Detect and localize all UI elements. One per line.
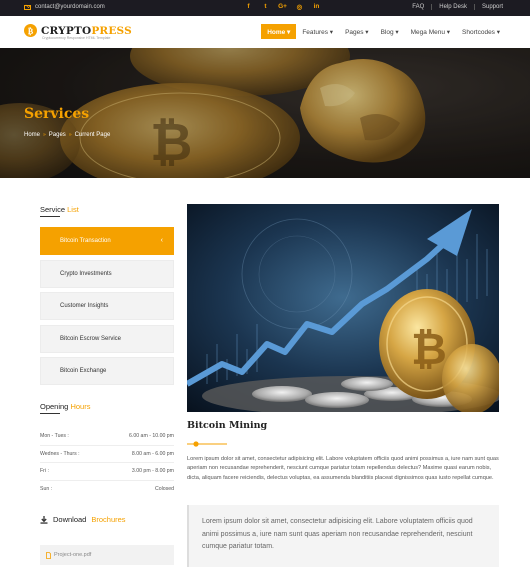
heading-underline <box>40 216 60 217</box>
logo-text-crypto: CRYPTO <box>41 24 92 37</box>
hours-table: Mon - Tues : 6.00 am - 10.00 pm Wednes -… <box>40 428 174 498</box>
faq-link[interactable]: FAQ <box>405 4 431 10</box>
linkedin-icon[interactable]: in <box>312 3 321 11</box>
breadcrumb: Home » Pages » Current Page <box>24 132 110 138</box>
page-title: Services <box>24 106 90 122</box>
facebook-icon[interactable]: f <box>244 3 253 11</box>
hours-row: Mon - Tues : 6.00 am - 10.00 pm <box>40 428 174 446</box>
breadcrumb-separator: » <box>68 132 72 138</box>
logo-text: CRYPTOPRESS <box>41 25 132 37</box>
title-divider <box>187 441 227 447</box>
pdf-file-name: Project-one.pdf <box>54 552 92 558</box>
pdf-file-icon <box>46 551 51 559</box>
service-item-label: Bitcoin Escrow Service <box>60 335 122 342</box>
services-heading: Service List <box>40 205 79 214</box>
logo-tagline: Cryptocurrency Responsive HTML Template <box>42 36 111 40</box>
pdf-download-link[interactable]: Project-one.pdf <box>40 545 174 565</box>
nav-features[interactable]: Features ▾ <box>296 24 339 39</box>
service-item-bitcoin-exchange[interactable]: Bitcoin Exchange <box>40 357 174 385</box>
hours-heading-b: Hours <box>70 402 91 411</box>
nav-home[interactable]: Home ▾ <box>261 24 297 39</box>
heading-underline <box>40 413 60 414</box>
bitcoin-growth-illustration: ₿ <box>187 204 499 412</box>
service-quote: Lorem ipsum dolor sit amet, consectetur … <box>187 505 499 567</box>
services-heading-a: Service <box>40 205 66 214</box>
breadcrumb-separator: » <box>43 132 46 138</box>
service-list: Bitcoin Transaction ‹ Crypto Investments… <box>40 227 174 390</box>
hours-day: Fri : <box>40 468 49 475</box>
download-heading: Download Brochures <box>40 515 174 524</box>
hours-day: Mon - Tues : <box>40 433 69 440</box>
contact-email-text: contact@yourdomain.com <box>35 4 105 10</box>
nav-mega-menu[interactable]: Mega Menu ▾ <box>405 24 456 39</box>
chevron-left-icon: ‹ <box>160 237 163 244</box>
hours-row: Wednes - Thurs : 8.00 am - 6.00 pm <box>40 446 174 463</box>
google-plus-icon[interactable]: G+ <box>278 3 287 11</box>
site-header: ₿ CRYPTOPRESS Cryptocurrency Responsive … <box>0 16 530 48</box>
hours-time: 3.00 pm - 8.00 pm <box>131 468 174 475</box>
bitcoin-logo-icon: ₿ <box>24 24 37 37</box>
social-links: f t G+ ◎ in <box>244 3 321 11</box>
service-item-customer-insights[interactable]: Customer Insights <box>40 292 174 320</box>
twitter-icon[interactable]: t <box>261 3 270 11</box>
hours-day: Sun : <box>40 486 53 493</box>
help-desk-link[interactable]: Help Desk <box>431 4 474 10</box>
service-item-label: Bitcoin Transaction <box>60 238 111 244</box>
service-item-crypto-investments[interactable]: Crypto Investments <box>40 259 174 288</box>
breadcrumb-current: Current Page <box>74 132 111 138</box>
logo-text-press: PRESS <box>91 24 132 37</box>
contact-email[interactable]: contact@yourdomain.com <box>24 4 105 10</box>
service-item-bitcoin-escrow[interactable]: Bitcoin Escrow Service <box>40 324 174 353</box>
service-item-label: Bitcoin Exchange <box>60 368 107 374</box>
download-heading-b: Brochures <box>91 515 126 524</box>
services-heading-b: List <box>67 205 79 214</box>
service-item-bitcoin-transaction[interactable]: Bitcoin Transaction ‹ <box>40 227 174 255</box>
service-image: ₿ <box>187 204 499 412</box>
nav-pages[interactable]: Pages ▾ <box>339 24 375 39</box>
support-link[interactable]: Support <box>473 4 510 10</box>
top-bar: contact@yourdomain.com f t G+ ◎ in FAQ H… <box>0 0 530 16</box>
hours-day: Wednes - Thurs : <box>40 450 80 457</box>
main-nav: Home ▾ Features ▾ Pages ▾ Blog ▾ Mega Me… <box>261 24 506 39</box>
hours-row: Sun : Colosed <box>40 481 174 499</box>
hours-heading: Opening Hours <box>40 402 90 411</box>
service-description: Lorem ipsum dolor sit amet, consectetur … <box>187 456 499 481</box>
top-links: FAQ Help Desk Support <box>405 4 510 10</box>
svg-text:₿: ₿ <box>411 324 447 375</box>
hours-time: 8.00 am - 6.00 pm <box>131 450 174 457</box>
hours-time: Colosed <box>154 486 174 493</box>
hours-heading-a: Opening <box>40 402 69 411</box>
hours-row: Fri : 3.00 pm - 8.00 pm <box>40 463 174 481</box>
service-item-label: Customer Insights <box>60 303 109 309</box>
service-item-label: Crypto Investments <box>60 270 112 277</box>
download-section: Download Brochures Project-one.pdf <box>40 515 174 565</box>
download-icon <box>40 515 48 524</box>
nav-shortcodes[interactable]: Shortcodes ▾ <box>456 24 506 39</box>
service-title: Bitcoin Mining <box>187 420 268 431</box>
download-heading-a: Download <box>53 515 87 524</box>
logo[interactable]: ₿ CRYPTOPRESS Cryptocurrency Responsive … <box>24 24 132 40</box>
breadcrumb-pages[interactable]: Pages <box>49 132 66 138</box>
breadcrumb-home[interactable]: Home <box>24 132 40 138</box>
page-hero: ₿ Services Home » Pages » Current Page <box>0 48 530 178</box>
hours-time: 6.00 am - 10.00 pm <box>129 433 174 440</box>
envelope-icon <box>24 4 31 10</box>
instagram-icon[interactable]: ◎ <box>295 3 304 11</box>
nav-blog[interactable]: Blog ▾ <box>375 24 405 39</box>
